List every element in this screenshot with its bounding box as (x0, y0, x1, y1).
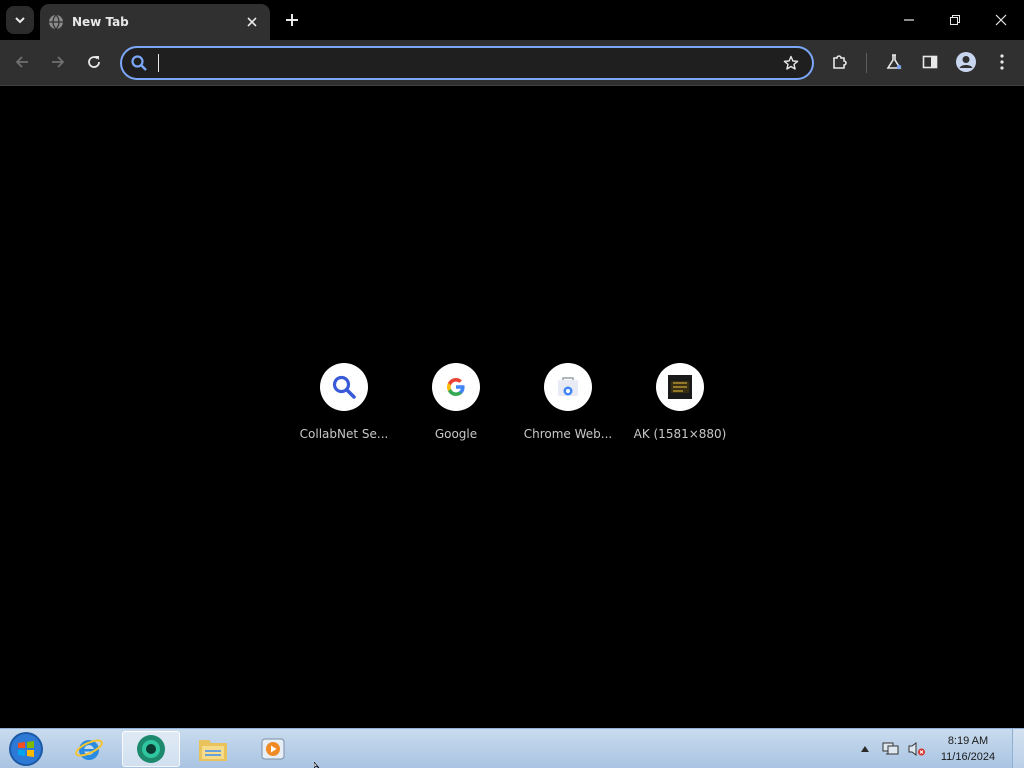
back-button[interactable] (7, 47, 37, 77)
volume-muted-icon[interactable] (906, 738, 928, 760)
taskbar-media-player[interactable] (244, 731, 302, 767)
start-button[interactable] (6, 730, 46, 768)
search-icon (128, 52, 150, 74)
browser-toolbar (0, 40, 1024, 86)
ak-thumbnail-icon (668, 375, 692, 399)
new-tab-button[interactable] (280, 8, 304, 32)
shortcut-icon-circle (320, 363, 368, 411)
shortcut-label: Chrome Web... (523, 427, 613, 441)
chevron-down-icon (15, 17, 25, 24)
tab-title: New Tab (72, 15, 129, 29)
omnibox[interactable] (120, 46, 814, 80)
shortcut-label: Google (434, 427, 478, 441)
internet-explorer-icon (75, 739, 103, 760)
browser-window: New Tab CollabNet Se... Google Chrome We… (0, 0, 1024, 768)
tab-strip: New Tab (0, 0, 1024, 40)
google-g-icon (447, 378, 465, 396)
restore-icon (950, 15, 960, 25)
menu-button[interactable] (987, 47, 1017, 77)
shortcut-chrome-web-store[interactable]: Chrome Web... (512, 363, 624, 453)
shortcut-google[interactable]: Google (400, 363, 512, 453)
clock-date: 11/16/2024 (940, 751, 996, 763)
mouse-cursor-icon (314, 762, 320, 768)
taskbar-internet-explorer[interactable] (60, 731, 118, 767)
show-hidden-icons-button[interactable] (854, 738, 876, 760)
arrow-left-icon (15, 56, 28, 68)
kebab-menu-icon (1000, 54, 1004, 70)
avatar-icon (956, 52, 976, 72)
new-tab-page: CollabNet Se... Google Chrome Web... AK … (0, 87, 1024, 728)
shortcut-ak[interactable]: AK (1581×880) (624, 363, 736, 453)
labs-button[interactable] (879, 47, 909, 77)
reload-button[interactable] (79, 47, 109, 77)
side-panel-button[interactable] (915, 47, 945, 77)
shortcut-label: CollabNet Se... (299, 427, 389, 441)
side-panel-icon (922, 55, 938, 69)
media-player-icon (261, 738, 285, 760)
tab-new-tab[interactable]: New Tab (40, 4, 270, 40)
shortcut-icon-circle (656, 363, 704, 411)
close-icon (247, 17, 257, 27)
taskbar-chrome[interactable] (122, 731, 180, 767)
taskbar: 8:19 AM 11/16/2024 (0, 728, 1024, 768)
show-desktop-button[interactable] (1012, 729, 1024, 768)
shortcut-icon-circle (432, 363, 480, 411)
system-tray: 8:19 AM 11/16/2024 (854, 729, 1004, 768)
flask-icon (886, 54, 902, 70)
extensions-button[interactable] (825, 47, 855, 77)
magnifier-icon (332, 375, 356, 399)
taskbar-clock[interactable]: 8:19 AM 11/16/2024 (932, 733, 1004, 765)
tab-close-button[interactable] (242, 12, 262, 32)
star-icon (783, 55, 799, 70)
close-window-button[interactable] (978, 0, 1024, 40)
restore-button[interactable] (932, 0, 978, 40)
minimize-button[interactable] (886, 0, 932, 40)
folder-icon (199, 740, 227, 761)
reload-icon (88, 56, 100, 68)
windows-orb-icon (9, 732, 43, 766)
toolbar-separator (866, 53, 867, 73)
clock-time: 8:19 AM (947, 735, 989, 747)
shortcut-collabnet[interactable]: CollabNet Se... (288, 363, 400, 453)
arrow-right-icon (52, 56, 65, 68)
close-icon (995, 14, 1007, 26)
puzzle-icon (833, 55, 847, 69)
forward-button[interactable] (43, 47, 73, 77)
taskbar-file-explorer[interactable] (184, 731, 242, 767)
shortcut-icon-circle (544, 363, 592, 411)
profile-button[interactable] (951, 47, 981, 77)
plus-icon (286, 14, 298, 26)
shortcut-label: AK (1581×880) (633, 427, 727, 441)
globe-icon (48, 14, 64, 30)
minimize-icon (904, 19, 914, 21)
triangle-up-icon (861, 746, 869, 752)
bookmark-star-button[interactable] (780, 52, 802, 74)
address-input[interactable] (156, 51, 756, 75)
text-caret (158, 54, 159, 72)
network-icon[interactable] (880, 738, 902, 760)
chrome-web-store-icon (558, 377, 578, 396)
chrome-canary-icon (137, 735, 165, 763)
tab-search-button[interactable] (6, 6, 34, 34)
